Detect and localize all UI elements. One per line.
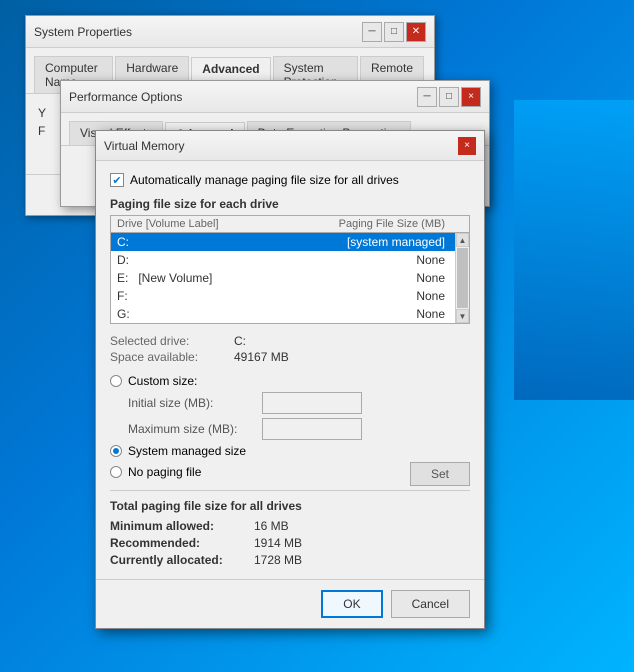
total-paging-section: Total paging file size for all drives Mi… <box>110 490 470 567</box>
virtual-memory-dialog: Virtual Memory × ✔ Automatically manage … <box>95 130 485 629</box>
recommended-label: Recommended: <box>110 536 250 550</box>
perf-options-title: Performance Options <box>69 90 182 104</box>
selected-drive-label: Selected drive: <box>110 334 230 348</box>
maximum-size-label: Maximum size (MB): <box>128 422 258 436</box>
space-available-value: 49167 MB <box>234 350 470 364</box>
custom-size-label: Custom size: <box>128 374 197 388</box>
system-managed-label: System managed size <box>128 444 246 458</box>
perf-titlebar-buttons: ─ □ × <box>417 87 481 107</box>
vm-footer: OK Cancel <box>96 579 484 628</box>
auto-manage-row: ✔ Automatically manage paging file size … <box>110 173 470 187</box>
total-info-grid: Minimum allowed: 16 MB Recommended: 1914… <box>110 519 470 567</box>
perf-maximize-button[interactable]: □ <box>439 87 459 107</box>
header-drive: Drive [Volume Label] <box>117 218 219 230</box>
set-button[interactable]: Set <box>410 462 470 486</box>
scroll-down-arrow[interactable]: ▼ <box>456 309 469 323</box>
custom-size-row: Custom size: <box>110 374 470 388</box>
vm-cancel-button[interactable]: Cancel <box>391 590 470 618</box>
row-size-e: None <box>317 271 445 285</box>
system-managed-radio[interactable] <box>110 445 122 457</box>
table-row[interactable]: F: None <box>111 287 469 305</box>
currently-allocated-value: 1728 MB <box>254 553 470 567</box>
recommended-value: 1914 MB <box>254 536 470 550</box>
table-scrollbar[interactable]: ▲ ▼ <box>455 233 469 323</box>
perf-minimize-button[interactable]: ─ <box>417 87 437 107</box>
row-drive-f: F: <box>117 289 317 303</box>
paging-table: Drive [Volume Label] Paging File Size (M… <box>110 215 470 324</box>
maximize-button[interactable]: □ <box>384 22 404 42</box>
blue-accent-panel <box>514 100 634 400</box>
close-button[interactable]: ✕ <box>406 22 426 42</box>
system-managed-row: System managed size <box>110 444 470 458</box>
row-drive-g: G: <box>117 307 317 321</box>
selected-drive-value: C: <box>234 334 470 348</box>
vm-ok-button[interactable]: OK <box>321 590 382 618</box>
initial-size-input[interactable] <box>262 392 362 414</box>
titlebar-buttons: ─ □ ✕ <box>362 22 426 42</box>
row-size-d: None <box>317 253 445 267</box>
system-properties-titlebar: System Properties ─ □ ✕ <box>26 16 434 48</box>
table-row[interactable]: D: None <box>111 251 469 269</box>
auto-manage-label: Automatically manage paging file size fo… <box>130 173 399 187</box>
vm-title: Virtual Memory <box>104 139 184 153</box>
row-drive-e: E: [New Volume] <box>117 271 317 285</box>
custom-size-radio[interactable] <box>110 375 122 387</box>
no-paging-label: No paging file <box>128 465 201 479</box>
drive-info-section: Selected drive: C: Space available: 4916… <box>110 334 470 364</box>
row-size-g: None <box>317 307 445 321</box>
maximum-size-row: Maximum size (MB): <box>128 418 470 440</box>
initial-size-label: Initial size (MB): <box>128 396 258 410</box>
total-section-label: Total paging file size for all drives <box>110 499 470 513</box>
table-row[interactable]: E: [New Volume] None <box>111 269 469 287</box>
no-paging-radio-row: No paging file <box>110 465 201 479</box>
header-size: Paging File Size (MB) <box>339 218 445 230</box>
no-paging-row: No paging file Set <box>110 462 470 486</box>
row-drive-d: D: <box>117 253 317 267</box>
scroll-up-arrow[interactable]: ▲ <box>456 233 469 247</box>
perf-options-titlebar: Performance Options ─ □ × <box>61 81 489 113</box>
perf-close-button[interactable]: × <box>461 87 481 107</box>
table-row[interactable]: G: None <box>111 305 469 323</box>
min-allowed-value: 16 MB <box>254 519 470 533</box>
row-size-f: None <box>317 289 445 303</box>
system-properties-title: System Properties <box>34 25 132 39</box>
space-available-label: Space available: <box>110 350 230 364</box>
maximum-size-input[interactable] <box>262 418 362 440</box>
vm-close-button[interactable]: × <box>458 137 476 155</box>
vm-titlebar: Virtual Memory × <box>96 131 484 161</box>
minimize-button[interactable]: ─ <box>362 22 382 42</box>
vm-content: ✔ Automatically manage paging file size … <box>96 161 484 579</box>
paging-table-header: Drive [Volume Label] Paging File Size (M… <box>111 216 469 233</box>
no-paging-radio[interactable] <box>110 466 122 478</box>
row-size-c: [system managed] <box>317 235 445 249</box>
min-allowed-label: Minimum allowed: <box>110 519 250 533</box>
auto-manage-checkbox[interactable]: ✔ <box>110 173 124 187</box>
scroll-thumb[interactable] <box>457 248 468 308</box>
currently-allocated-label: Currently allocated: <box>110 553 250 567</box>
paging-section-label: Paging file size for each drive <box>110 197 470 211</box>
initial-size-row: Initial size (MB): <box>128 392 470 414</box>
table-row[interactable]: C: [system managed] <box>111 233 469 251</box>
row-drive-c: C: <box>117 235 317 249</box>
